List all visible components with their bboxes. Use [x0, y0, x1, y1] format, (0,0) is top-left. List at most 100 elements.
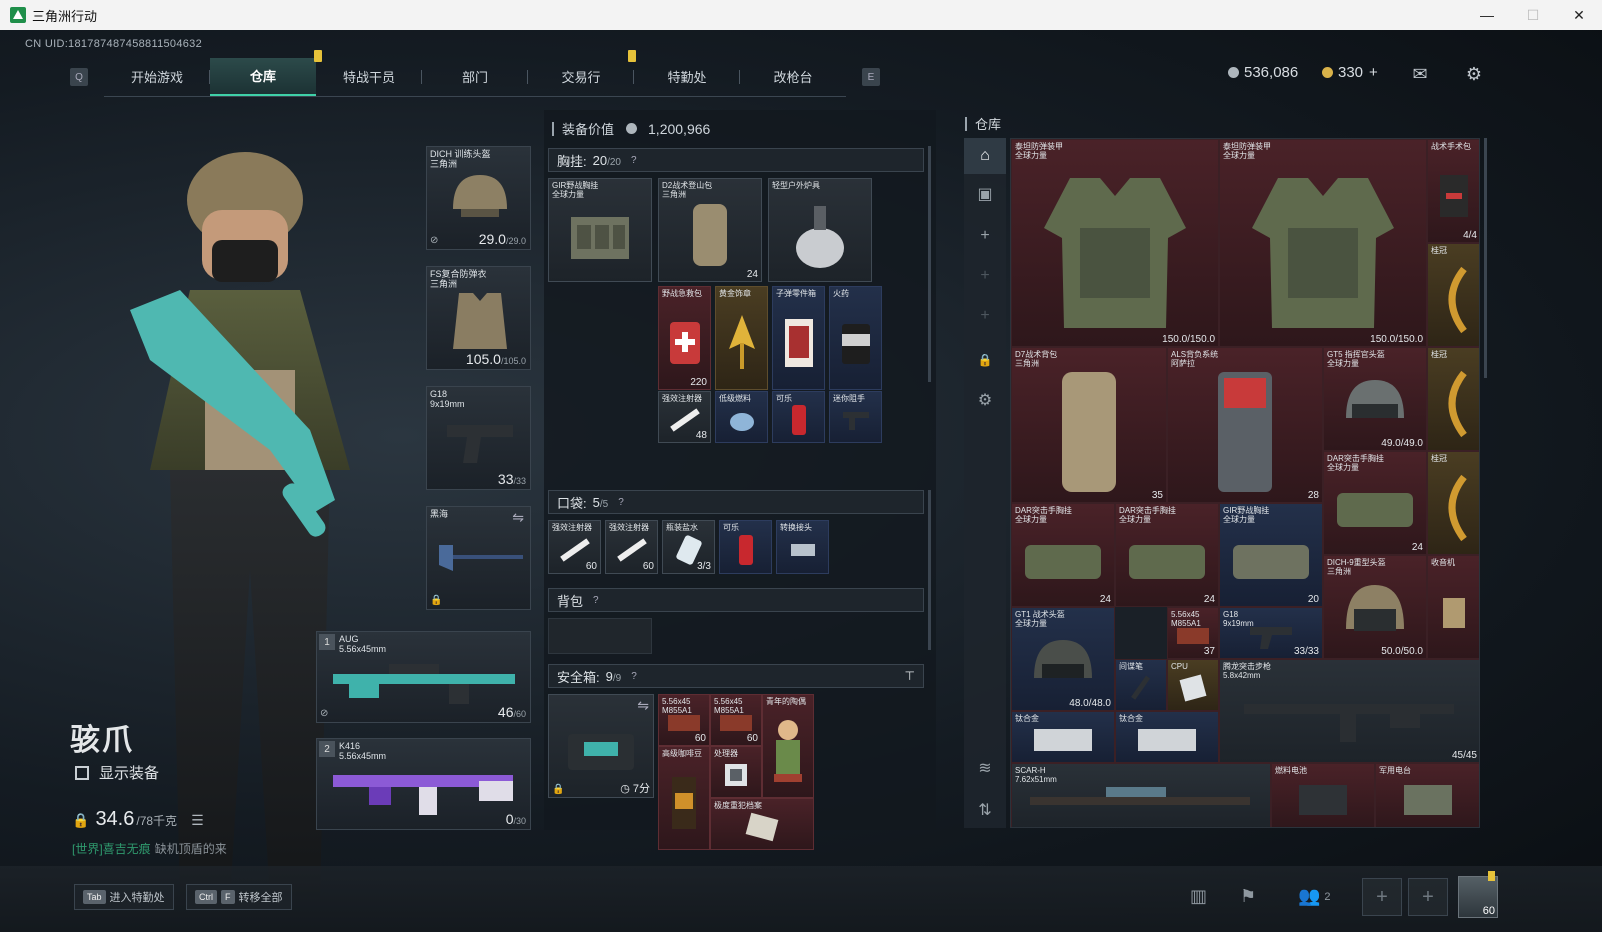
- gear-icon[interactable]: ⚙: [1463, 64, 1485, 84]
- help-icon[interactable]: ?: [593, 595, 599, 606]
- warehouse-item[interactable]: G18 9x19mm 33/33: [1219, 607, 1323, 659]
- warehouse-item[interactable]: ALS背负系统 阿萨拉 28: [1167, 347, 1323, 503]
- party-icon[interactable]: 👥 2: [1298, 886, 1331, 907]
- loot-item[interactable]: 子弹零件箱: [772, 286, 825, 390]
- pocket-item[interactable]: 可乐: [719, 520, 772, 574]
- pocket-item[interactable]: 强效注射器 60: [548, 520, 601, 574]
- invite-slot[interactable]: +: [1362, 878, 1402, 916]
- add-tab-button[interactable]: +: [964, 218, 1006, 254]
- layers-icon[interactable]: ≋: [964, 750, 1006, 786]
- silver-currency[interactable]: 536,086: [1228, 64, 1298, 81]
- scrollbar[interactable]: [1484, 138, 1487, 378]
- safebox-item[interactable]: 青年的陶偶: [762, 694, 814, 798]
- loot-item[interactable]: 野战急救包 220: [658, 286, 711, 390]
- melee-slot[interactable]: 黑海 ⇋ 🔒: [426, 506, 531, 610]
- tab-trading[interactable]: 交易行: [528, 58, 634, 96]
- warehouse-item[interactable]: 间谍笔: [1115, 659, 1167, 711]
- warehouse-item[interactable]: SCAR-H 7.62x51mm: [1011, 763, 1271, 827]
- warehouse-home-tab[interactable]: ⌂: [964, 138, 1006, 174]
- pin-icon[interactable]: ⊤: [905, 669, 915, 683]
- safebox-item[interactable]: 高级咖啡豆: [658, 746, 710, 850]
- close-button[interactable]: ✕: [1556, 0, 1602, 30]
- chat-line[interactable]: [世界]喜吉无痕 缺机顶盾的来: [72, 840, 227, 857]
- warehouse-item[interactable]: 战术手术包 4/4: [1427, 139, 1479, 243]
- tab-warehouse[interactable]: 仓库: [210, 49, 322, 96]
- checkbox[interactable]: [75, 765, 89, 780]
- add-tab-button[interactable]: +: [964, 258, 1006, 294]
- backpack-item[interactable]: D2战术登山包 三角洲 24: [658, 178, 762, 282]
- sort-icon[interactable]: ⇅: [964, 792, 1006, 828]
- warehouse-item[interactable]: DAR突击手胸挂 全球力量 24: [1115, 503, 1219, 607]
- warehouse-item[interactable]: 收音机: [1427, 555, 1479, 659]
- nav-next-key[interactable]: E: [862, 68, 880, 86]
- safebox-item[interactable]: 5.56x45 M855A1 60: [658, 694, 710, 746]
- armor-slot[interactable]: FS复合防弹衣 三角洲 105.0/105.0: [426, 266, 531, 370]
- warehouse-item[interactable]: 军用电台: [1375, 763, 1479, 827]
- tab-special-ops[interactable]: 特勤处: [628, 49, 740, 96]
- warehouse-item[interactable]: GT5 指挥官头盔 全球力量 49.0/49.0: [1323, 347, 1427, 451]
- gear-icon[interactable]: ⚙: [964, 382, 1006, 418]
- pistol-slot[interactable]: G18 9x19mm 33/33: [426, 386, 531, 490]
- safebox-container[interactable]: ⇋ 🔒 ◷ 7分: [548, 694, 654, 798]
- list-icon[interactable]: ☰: [191, 812, 204, 829]
- topup-button[interactable]: +: [1369, 64, 1378, 81]
- warehouse-item[interactable]: 腾龙突击步枪 5.8x42mm 45/45: [1219, 659, 1479, 763]
- transfer-all-hint[interactable]: Ctrl F 转移全部: [186, 884, 292, 910]
- warehouse-item[interactable]: 桂冠: [1427, 347, 1479, 451]
- safebox-item[interactable]: 处理器: [710, 746, 762, 798]
- warehouse-item[interactable]: DAR突击手胸挂 全球力量 24: [1011, 503, 1115, 607]
- invite-slot[interactable]: +: [1408, 878, 1448, 916]
- stats-icon[interactable]: ▥: [1190, 886, 1207, 907]
- tab-operators[interactable]: 特战干员: [316, 58, 422, 96]
- avatar[interactable]: 60: [1458, 871, 1498, 918]
- primary-weapon-slot-1[interactable]: 1 AUG 5.56x45mm ⊘ 46/60: [316, 631, 531, 723]
- gold-currency[interactable]: 330 +: [1322, 64, 1378, 81]
- nav-prev-key[interactable]: Q: [70, 68, 88, 86]
- empty-backpack-slot[interactable]: [548, 618, 652, 654]
- warehouse-item[interactable]: GIR野战胸挂 全球力量 20: [1219, 503, 1323, 607]
- swap-icon[interactable]: ⇋: [637, 697, 649, 714]
- mail-icon[interactable]: ✉: [1409, 64, 1431, 84]
- enter-special-ops-hint[interactable]: Tab 进入特勤处: [74, 884, 174, 910]
- help-icon[interactable]: ?: [618, 497, 624, 508]
- pocket-item[interactable]: 瓶装盐水 3/3: [662, 520, 715, 574]
- loot-item[interactable]: 可乐: [772, 391, 825, 443]
- tab-department[interactable]: 部门: [422, 58, 528, 96]
- safebox-item[interactable]: 极度重犯档案: [710, 798, 814, 850]
- warehouse-item[interactable]: CPU: [1167, 659, 1219, 711]
- pocket-item[interactable]: 转换接头: [776, 520, 829, 574]
- warehouse-item[interactable]: 泰坦防弹装甲 全球力量 150.0/150.0: [1219, 139, 1427, 347]
- warehouse-item[interactable]: DICH-9重型头盔 三角洲 50.0/50.0: [1323, 555, 1427, 659]
- warehouse-item[interactable]: 泰坦防弹装甲 全球力量 150.0/150.0: [1011, 139, 1219, 347]
- warehouse-item[interactable]: 桂冠: [1427, 243, 1479, 347]
- help-icon[interactable]: ?: [631, 671, 637, 682]
- warehouse-item[interactable]: D7战术背包 三角洲 35: [1011, 347, 1167, 503]
- helmet-slot[interactable]: DICH 训练头盔 三角洲 ⊘ 29.0/29.0: [426, 146, 531, 250]
- warehouse-item[interactable]: DAR突击手胸挂 全球力量 24: [1323, 451, 1427, 555]
- primary-weapon-slot-2[interactable]: 2 K416 5.56x45mm 0/30: [316, 738, 531, 830]
- warehouse-item[interactable]: 钛合金: [1115, 711, 1219, 763]
- warehouse-tab[interactable]: ▣: [964, 176, 1006, 212]
- tab-start-game[interactable]: 开始游戏: [104, 58, 210, 96]
- warehouse-item[interactable]: 桂冠: [1427, 451, 1479, 555]
- lock-icon[interactable]: 🔒: [964, 342, 1006, 378]
- warehouse-item[interactable]: 燃料电池: [1271, 763, 1375, 827]
- maximize-button[interactable]: ☐: [1510, 0, 1556, 30]
- scrollbar[interactable]: [928, 490, 931, 650]
- pocket-item[interactable]: 强效注射器 60: [605, 520, 658, 574]
- loot-item[interactable]: 黄金饰章: [715, 286, 768, 390]
- tab-gunsmith[interactable]: 改枪台: [740, 58, 846, 96]
- loot-item[interactable]: 迷你阻手: [829, 391, 882, 443]
- scrollbar[interactable]: [928, 146, 931, 382]
- loot-item[interactable]: 轻型户外炉具: [768, 178, 872, 282]
- add-tab-button[interactable]: +: [964, 298, 1006, 334]
- warehouse-item[interactable]: GT1 战术头盔 全球力量 48.0/48.0: [1011, 607, 1115, 711]
- show-equipment-toggle[interactable]: 显示装备: [75, 762, 159, 783]
- warehouse-item[interactable]: 钛合金: [1011, 711, 1115, 763]
- loot-item[interactable]: 火药: [829, 286, 882, 390]
- help-icon[interactable]: ?: [631, 155, 637, 166]
- flag-icon[interactable]: ⚑: [1240, 886, 1256, 907]
- loot-item[interactable]: 低级燃料: [715, 391, 768, 443]
- chest-rig-item[interactable]: GIR野战胸挂 全球力量: [548, 178, 652, 282]
- swap-icon[interactable]: ⇋: [512, 509, 524, 526]
